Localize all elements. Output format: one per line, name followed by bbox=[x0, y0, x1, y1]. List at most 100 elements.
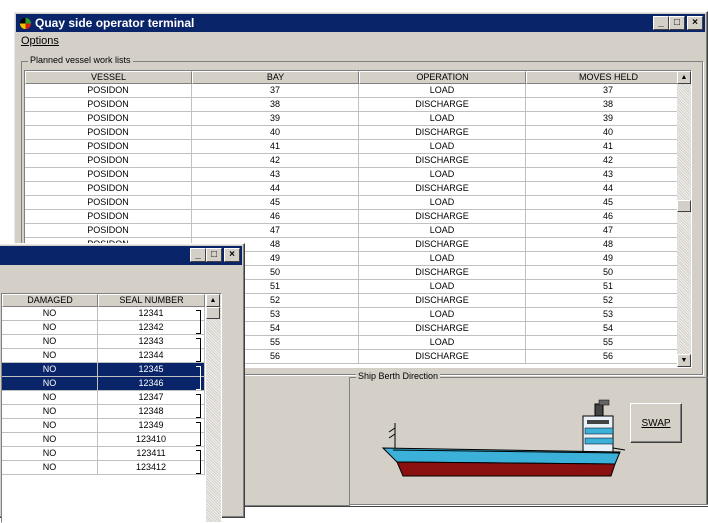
list-item[interactable]: NO 12342 bbox=[2, 321, 221, 335]
maximize-button-2[interactable]: □ bbox=[206, 248, 222, 262]
damaged-cell: NO bbox=[2, 447, 98, 461]
table-row[interactable]: POSIDON 46 DISCHARGE 46 bbox=[25, 210, 691, 224]
list-item[interactable]: NO 12347 bbox=[2, 391, 221, 405]
table-cell: 47 bbox=[526, 224, 691, 238]
maximize-button[interactable]: □ bbox=[669, 16, 685, 30]
table-cell: LOAD bbox=[359, 224, 526, 238]
container-grid[interactable]: DAMAGED SEAL NUMBER NO 12341 NO 12342 NO 1234… bbox=[1, 293, 222, 523]
table-cell: 41 bbox=[192, 140, 359, 154]
list-item[interactable]: NO 123410 bbox=[2, 433, 221, 447]
col-damaged[interactable]: DAMAGED bbox=[2, 294, 98, 307]
table-row[interactable]: POSIDON 38 DISCHARGE 38 bbox=[25, 98, 691, 112]
scroll-up-button-2[interactable]: ▲ bbox=[206, 294, 220, 307]
col-bay[interactable]: BAY bbox=[192, 71, 359, 84]
scroll-thumb-2[interactable] bbox=[206, 307, 220, 319]
ship-berth-label: Ship Berth Direction bbox=[356, 371, 441, 381]
table-row[interactable]: POSIDON 39 LOAD 39 bbox=[25, 112, 691, 126]
seal-number-cell: 123411 bbox=[98, 447, 205, 461]
table-cell: POSIDON bbox=[25, 154, 192, 168]
scroll-up-button[interactable]: ▲ bbox=[677, 71, 691, 84]
damaged-cell: NO bbox=[2, 419, 98, 433]
table-cell: 56 bbox=[526, 350, 691, 364]
col-vessel[interactable]: VESSEL bbox=[25, 71, 192, 84]
row-pair-bracket bbox=[196, 450, 201, 474]
table-cell: DISCHARGE bbox=[359, 126, 526, 140]
damaged-cell: NO bbox=[2, 363, 98, 377]
table-cell: DISCHARGE bbox=[359, 154, 526, 168]
seal-number-cell: 123412 bbox=[98, 461, 205, 475]
table-cell: 43 bbox=[192, 168, 359, 182]
grid-scrollbar[interactable]: ▲ ▼ bbox=[677, 71, 691, 367]
list-item[interactable]: NO 12345 bbox=[2, 363, 221, 377]
table-cell: 48 bbox=[526, 238, 691, 252]
table-cell: LOAD bbox=[359, 84, 526, 98]
list-item[interactable]: NO 12348 bbox=[2, 405, 221, 419]
close-button-2[interactable]: × bbox=[224, 248, 240, 262]
swap-button[interactable]: SWAP bbox=[630, 403, 682, 443]
ship-icon bbox=[381, 399, 626, 477]
table-cell: 49 bbox=[526, 252, 691, 266]
container-title-bar[interactable]: _ □ × bbox=[0, 246, 242, 265]
table-cell: 44 bbox=[526, 182, 691, 196]
table-row[interactable]: POSIDON 41 LOAD 41 bbox=[25, 140, 691, 154]
table-cell: 46 bbox=[192, 210, 359, 224]
damaged-cell: NO bbox=[2, 377, 98, 391]
list-item[interactable]: NO 12343 bbox=[2, 335, 221, 349]
row-pair-bracket bbox=[196, 394, 201, 418]
menu-options[interactable]: Options bbox=[16, 35, 64, 47]
col-seal-number[interactable]: SEAL NUMBER bbox=[98, 294, 205, 307]
row-pair-bracket bbox=[196, 338, 201, 362]
table-cell: 55 bbox=[526, 336, 691, 350]
minimize-button-2[interactable]: _ bbox=[190, 248, 206, 262]
table-row[interactable]: POSIDON 43 LOAD 43 bbox=[25, 168, 691, 182]
list-item[interactable]: NO 123412 bbox=[2, 461, 221, 475]
minimize-button[interactable]: _ bbox=[653, 16, 669, 30]
arrow-up-icon: ▲ bbox=[209, 297, 217, 304]
list-item[interactable]: NO 12346 bbox=[2, 377, 221, 391]
table-cell: DISCHARGE bbox=[359, 266, 526, 280]
close-button[interactable]: × bbox=[687, 16, 703, 30]
row-pair-bracket bbox=[196, 422, 201, 446]
col-operation[interactable]: OPERATION bbox=[359, 71, 526, 84]
col-moves-held[interactable]: MOVES HELD bbox=[526, 71, 691, 84]
table-row[interactable]: POSIDON 47 LOAD 47 bbox=[25, 224, 691, 238]
table-row[interactable]: POSIDON 37 LOAD 37 bbox=[25, 84, 691, 98]
close-icon: × bbox=[692, 17, 698, 28]
seal-number-cell: 12343 bbox=[98, 335, 205, 349]
main-title-bar[interactable]: Quay side operator terminal _ □ × bbox=[16, 14, 705, 32]
scroll-thumb[interactable] bbox=[677, 200, 691, 212]
table-row[interactable]: POSIDON 40 DISCHARGE 40 bbox=[25, 126, 691, 140]
list-item[interactable]: NO 12349 bbox=[2, 419, 221, 433]
minimize-icon: _ bbox=[195, 249, 201, 260]
table-cell: POSIDON bbox=[25, 98, 192, 112]
table-cell: 50 bbox=[526, 266, 691, 280]
grid-header: VESSEL BAY OPERATION MOVES HELD bbox=[25, 71, 691, 84]
planned-list-label: Planned vessel work lists bbox=[28, 55, 133, 65]
seal-number-cell: 12349 bbox=[98, 419, 205, 433]
table-cell: 38 bbox=[526, 98, 691, 112]
grid2-scrollbar[interactable]: ▲ bbox=[206, 294, 221, 522]
table-cell: 40 bbox=[526, 126, 691, 140]
grid2-body: NO 12341 NO 12342 NO 12343 NO 12344 NO 12345 NO 123… bbox=[2, 307, 221, 475]
table-cell: 44 bbox=[192, 182, 359, 196]
seal-number-cell: 12342 bbox=[98, 321, 205, 335]
table-cell: 53 bbox=[526, 308, 691, 322]
seal-number-cell: 12347 bbox=[98, 391, 205, 405]
scroll-down-button[interactable]: ▼ bbox=[677, 354, 691, 367]
table-row[interactable]: POSIDON 44 DISCHARGE 44 bbox=[25, 182, 691, 196]
table-cell: 54 bbox=[526, 322, 691, 336]
damaged-cell: NO bbox=[2, 321, 98, 335]
table-cell: POSIDON bbox=[25, 210, 192, 224]
list-item[interactable]: NO 123411 bbox=[2, 447, 221, 461]
table-cell: DISCHARGE bbox=[359, 322, 526, 336]
table-row[interactable]: POSIDON 42 DISCHARGE 42 bbox=[25, 154, 691, 168]
table-cell: DISCHARGE bbox=[359, 98, 526, 112]
seal-number-cell: 12345 bbox=[98, 363, 205, 377]
minimize-icon: _ bbox=[658, 17, 664, 28]
list-item[interactable]: NO 12341 bbox=[2, 307, 221, 321]
menu-bar: Options bbox=[16, 32, 705, 49]
list-item[interactable]: NO 12344 bbox=[2, 349, 221, 363]
seal-number-cell: 12348 bbox=[98, 405, 205, 419]
table-cell: POSIDON bbox=[25, 126, 192, 140]
table-row[interactable]: POSIDON 45 LOAD 45 bbox=[25, 196, 691, 210]
